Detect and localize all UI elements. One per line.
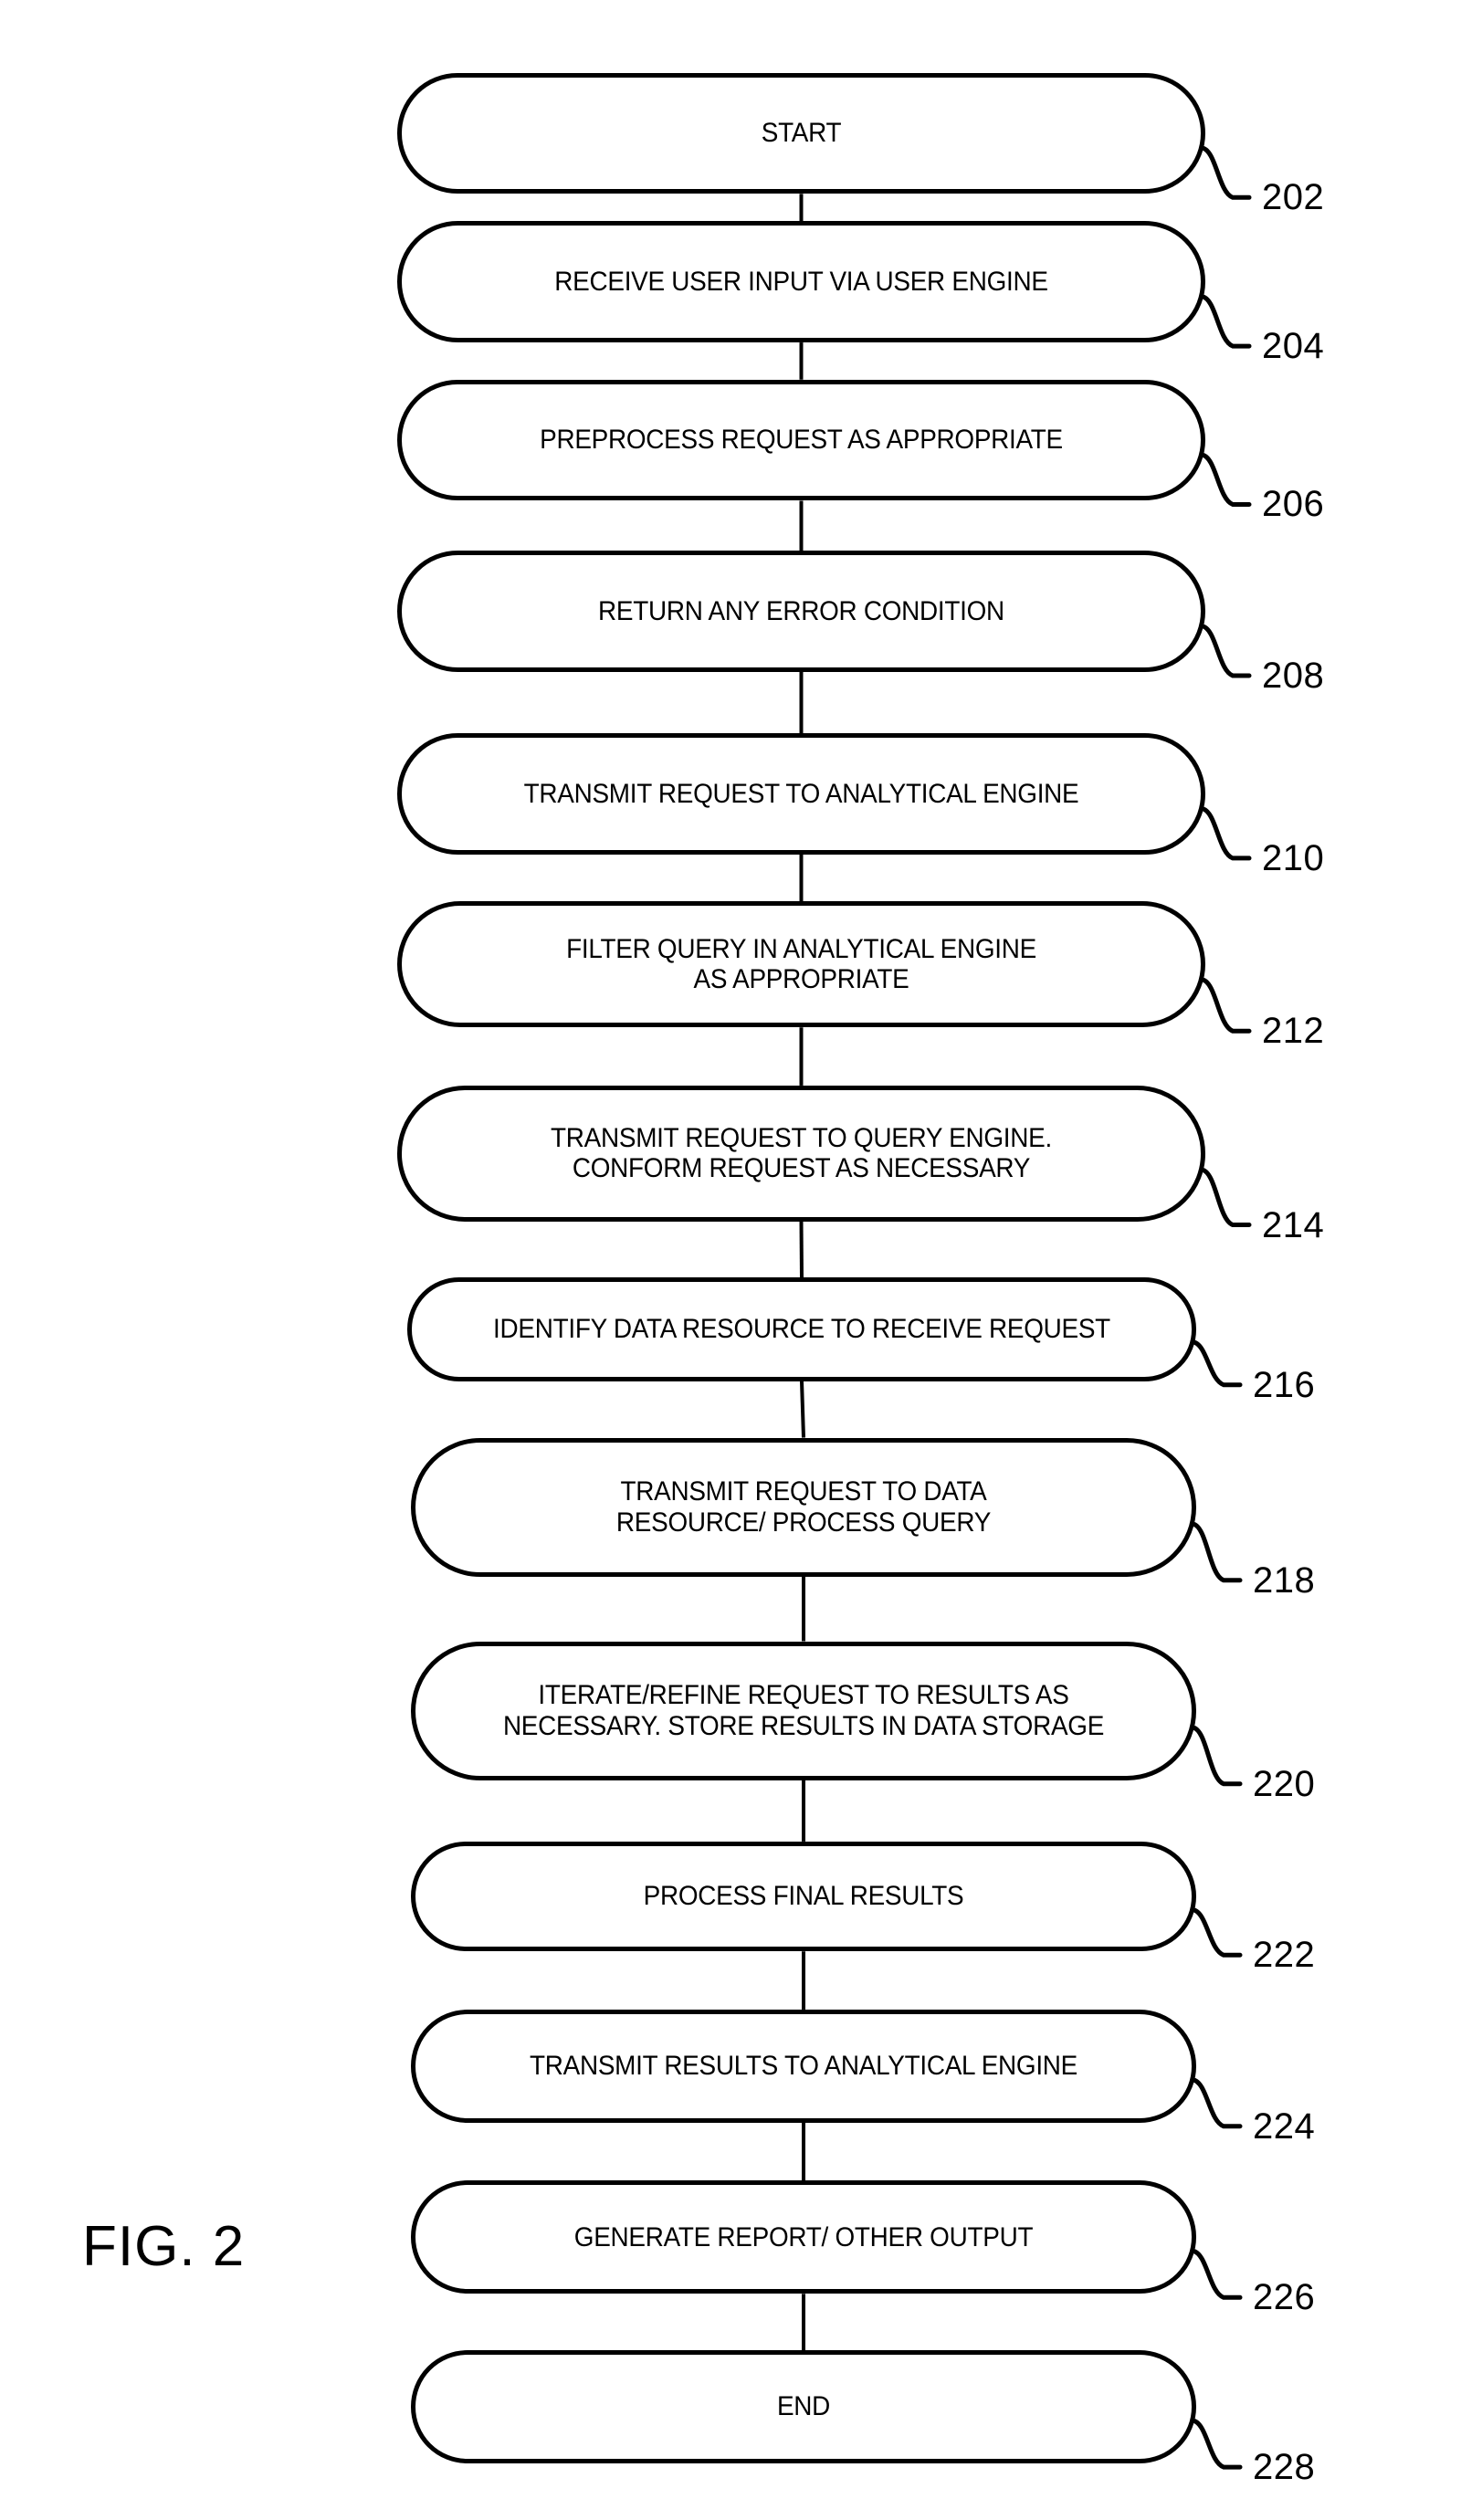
reference-numeral-214: 214 bbox=[1262, 1204, 1325, 1245]
flow-node-transmit-request-query-engine: TRANSMIT REQUEST TO QUERY ENGINE. CONFOR… bbox=[397, 1085, 1205, 1222]
flow-node-iterate-refine-request: ITERATE/REFINE REQUEST TO RESULTS AS NEC… bbox=[411, 1641, 1196, 1780]
reference-numeral-224: 224 bbox=[1253, 2105, 1316, 2147]
reference-numeral-202: 202 bbox=[1262, 177, 1325, 218]
reference-numeral-220: 220 bbox=[1253, 1763, 1316, 1804]
flow-node-start: START bbox=[397, 72, 1205, 194]
reference-numeral-212: 212 bbox=[1262, 1011, 1325, 1052]
flow-node-label: TRANSMIT REQUEST TO ANALYTICAL ENGINE bbox=[523, 778, 1079, 809]
reference-numeral-226: 226 bbox=[1253, 2277, 1316, 2318]
flow-node-label: TRANSMIT REQUEST TO QUERY ENGINE. CONFOR… bbox=[551, 1122, 1052, 1184]
reference-numeral-218: 218 bbox=[1253, 1559, 1316, 1601]
flow-node-label: FILTER QUERY IN ANALYTICAL ENGINE AS APP… bbox=[566, 933, 1036, 995]
reference-numeral-206: 206 bbox=[1262, 484, 1325, 525]
flow-node-label: GENERATE REPORT/ OTHER OUTPUT bbox=[573, 2221, 1034, 2252]
flow-node-return-error-condition: RETURN ANY ERROR CONDITION bbox=[397, 551, 1205, 672]
flow-node-generate-report: GENERATE REPORT/ OTHER OUTPUT bbox=[411, 2180, 1196, 2294]
flow-node-label: TRANSMIT REQUEST TO DATA RESOURCE/ PROCE… bbox=[615, 1476, 992, 1538]
reference-numeral-228: 228 bbox=[1253, 2447, 1316, 2488]
flowchart-figure: START RECEIVE USER INPUT VIA USER ENGINE… bbox=[0, 0, 1461, 2520]
flow-node-end: END bbox=[411, 2350, 1196, 2464]
flow-node-receive-user-input: RECEIVE USER INPUT VIA USER ENGINE bbox=[397, 221, 1205, 343]
flow-node-process-final-results: PROCESS FINAL RESULTS bbox=[411, 1841, 1196, 1952]
flow-node-label: TRANSMIT RESULTS TO ANALYTICAL ENGINE bbox=[529, 2051, 1077, 2082]
flow-node-preprocess-request: PREPROCESS REQUEST AS APPROPRIATE bbox=[397, 379, 1205, 501]
connector-overlay bbox=[799, 145, 1252, 2470]
reference-numeral-222: 222 bbox=[1253, 1935, 1316, 1976]
flow-node-transmit-results-analytical-engine: TRANSMIT RESULTS TO ANALYTICAL ENGINE bbox=[411, 2009, 1196, 2123]
flow-node-label: START bbox=[761, 118, 842, 149]
flow-node-label: PREPROCESS REQUEST AS APPROPRIATE bbox=[540, 425, 1063, 456]
reference-numeral-210: 210 bbox=[1262, 837, 1325, 878]
reference-numeral-208: 208 bbox=[1262, 656, 1325, 696]
reference-numeral-216: 216 bbox=[1253, 1364, 1316, 1405]
figure-caption: FIG. 2 bbox=[82, 2215, 246, 2278]
flow-node-label: PROCESS FINAL RESULTS bbox=[643, 1881, 964, 1912]
flow-node-label: ITERATE/REFINE REQUEST TO RESULTS AS NEC… bbox=[502, 1680, 1105, 1741]
flow-node-label: RETURN ANY ERROR CONDITION bbox=[598, 595, 1004, 626]
flow-node-label: RECEIVE USER INPUT VIA USER ENGINE bbox=[554, 266, 1048, 297]
flow-node-identify-data-resource: IDENTIFY DATA RESOURCE TO RECEIVE REQUES… bbox=[407, 1277, 1196, 1381]
flow-node-transmit-request-analytical-engine: TRANSMIT REQUEST TO ANALYTICAL ENGINE bbox=[397, 733, 1205, 855]
flow-node-transmit-request-data-resource: TRANSMIT REQUEST TO DATA RESOURCE/ PROCE… bbox=[411, 1437, 1196, 1577]
flow-node-label: END bbox=[776, 2391, 831, 2422]
flow-node-filter-query: FILTER QUERY IN ANALYTICAL ENGINE AS APP… bbox=[397, 901, 1205, 1028]
flow-node-label: IDENTIFY DATA RESOURCE TO RECEIVE REQUES… bbox=[493, 1314, 1110, 1345]
reference-numeral-204: 204 bbox=[1262, 326, 1325, 367]
